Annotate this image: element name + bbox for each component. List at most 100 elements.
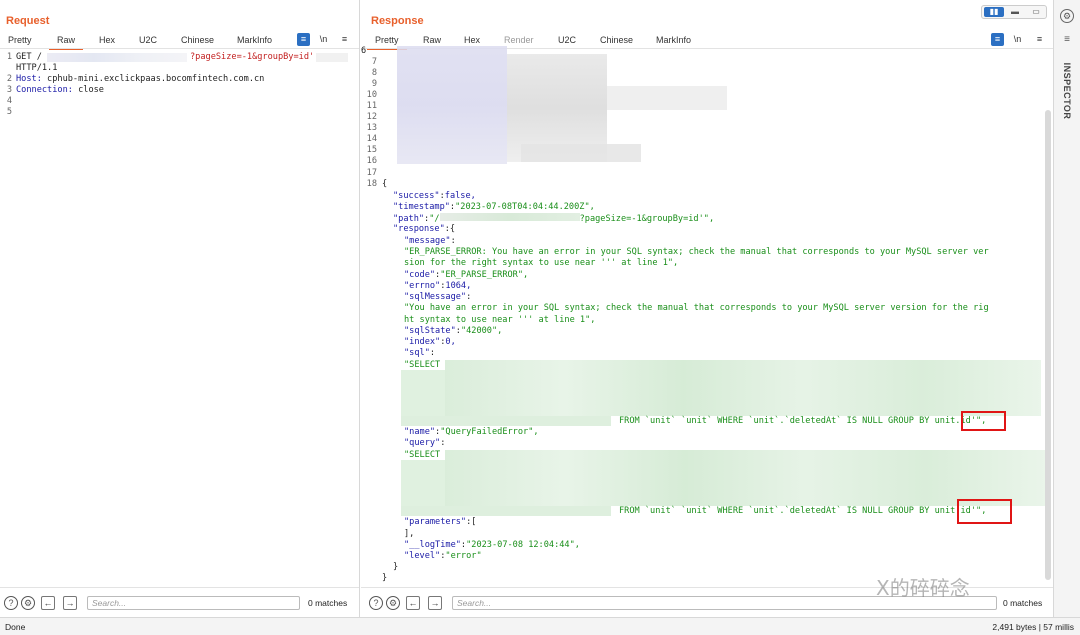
json-line: "level":"error": [404, 551, 482, 561]
next-match-icon[interactable]: →: [63, 596, 77, 610]
redacted-block: [445, 450, 1045, 506]
response-line-number: 10: [366, 90, 377, 100]
response-line-number: 14: [366, 134, 377, 144]
json-line: ht syntax to use near ''' at line 1",: [404, 315, 596, 325]
menu-icon[interactable]: ≡: [1033, 33, 1046, 46]
redacted-block: [439, 213, 580, 221]
tab-hex[interactable]: Hex: [99, 34, 115, 48]
json-line: "ER_PARSE_ERROR: You have an error in yo…: [404, 247, 989, 257]
request-line: 5: [6, 107, 12, 117]
watermark: X的碎碎念: [876, 576, 970, 600]
tab-markinfo[interactable]: MarkInfo: [656, 34, 691, 48]
newline-toggle-icon[interactable]: \n: [317, 33, 330, 46]
json-line: sion for the right syntax to use near ''…: [404, 258, 679, 268]
json-line: ],: [404, 529, 415, 539]
tab-chinese[interactable]: Chinese: [600, 34, 633, 48]
json-line: "parameters":[: [404, 517, 477, 527]
settings-icon[interactable]: ⚙: [21, 596, 35, 610]
request-line: 4: [6, 96, 12, 106]
tab-raw[interactable]: Raw: [48, 34, 84, 50]
response-pane: ▮▮ ▬ ▭ Response Pretty Raw Hex Render U2…: [361, 0, 1053, 617]
tab-u2c[interactable]: U2C: [558, 34, 576, 48]
response-line-number: 11: [366, 101, 377, 111]
status-text: Done: [5, 622, 26, 632]
tab-pretty[interactable]: Pretty: [367, 34, 406, 50]
settings-icon[interactable]: ⚙: [1060, 9, 1074, 23]
tab-markinfo[interactable]: MarkInfo: [237, 34, 272, 48]
request-title: Request: [6, 15, 50, 27]
response-match-count: 0 matches: [1003, 598, 1043, 608]
redacted-block: [401, 506, 611, 516]
tab-chinese[interactable]: Chinese: [181, 34, 214, 48]
layout-switcher: ▮▮ ▬ ▭: [981, 5, 1047, 19]
settings-icon[interactable]: ⚙: [386, 596, 400, 610]
previous-match-icon[interactable]: ←: [406, 596, 420, 610]
help-icon[interactable]: ?: [4, 596, 18, 610]
json-open-brace: {: [382, 179, 388, 189]
side-by-side-layout-icon[interactable]: ▮▮: [984, 7, 1004, 17]
response-line-number: 9: [371, 79, 377, 89]
next-match-icon[interactable]: →: [428, 596, 442, 610]
json-line: "name":"QueryFailedError",: [404, 427, 539, 437]
response-title: Response: [371, 15, 424, 27]
stacked-layout-icon[interactable]: ▬: [1005, 7, 1025, 17]
redacted-block: [401, 460, 445, 506]
menu-icon[interactable]: ≡: [1061, 34, 1073, 45]
newline-toggle-icon[interactable]: \n: [1011, 33, 1024, 46]
response-line-number: 16: [366, 156, 377, 166]
scrollbar[interactable]: [1045, 110, 1051, 580]
response-size-time: 2,491 bytes | 57 millis: [992, 622, 1074, 632]
json-line: "response":{: [393, 224, 456, 234]
highlight-box: [961, 411, 1006, 431]
response-line-number: 15: [366, 145, 377, 155]
redacted-block: [521, 144, 641, 162]
wrap-lines-icon[interactable]: ≡: [991, 33, 1004, 46]
json-line: FROM `unit` `unit` WHERE `unit`.`deleted…: [619, 506, 987, 516]
request-search-input[interactable]: Search...: [87, 596, 300, 610]
json-line: "__logTime":"2023-07-08 12:04:44",: [404, 540, 580, 550]
json-line: "timestamp":"2023-07-08T04:04:44.200Z",: [393, 202, 595, 212]
tab-render[interactable]: Render: [504, 34, 534, 48]
request-line: HTTP/1.1: [16, 63, 58, 73]
redacted-block: [607, 86, 727, 110]
json-line: "query":: [404, 438, 446, 448]
response-line-number: 17: [366, 168, 377, 178]
status-bar: Done 2,491 bytes | 57 millis: [0, 617, 1080, 635]
wrap-lines-icon[interactable]: ≡: [297, 33, 310, 46]
tab-pretty[interactable]: Pretty: [8, 34, 32, 48]
request-line: 1 GET / ?pageSize=-1&groupBy=id': [0, 52, 348, 63]
json-line: "code":"ER_PARSE_ERROR",: [404, 270, 529, 280]
previous-match-icon[interactable]: ←: [41, 596, 55, 610]
tabs-divider: [0, 48, 359, 49]
redacted-block: [397, 46, 507, 164]
response-line-number: 18: [366, 179, 377, 189]
redacted-block: [401, 416, 611, 426]
menu-icon[interactable]: ≡: [338, 33, 351, 46]
json-line: FROM `unit` `unit` WHERE `unit`.`deleted…: [619, 416, 987, 426]
redacted-block: [445, 360, 1041, 416]
single-layout-icon[interactable]: ▭: [1026, 7, 1046, 17]
json-line: }: [382, 573, 388, 583]
json-line: "sql":: [404, 348, 436, 358]
request-line: 3 Connection: close: [6, 85, 104, 95]
json-line: "success":false,: [393, 191, 476, 201]
inspector-panel: ⚙ ≡ INSPECTOR: [1053, 0, 1080, 617]
inspector-label[interactable]: INSPECTOR: [1062, 60, 1072, 122]
help-icon[interactable]: ?: [369, 596, 383, 610]
json-line: "index":0,: [404, 337, 456, 347]
response-line-number: 6: [361, 46, 367, 56]
redacted-block: [47, 53, 187, 62]
request-search-bar: ? ⚙ ← → Search... 0 matches: [0, 587, 359, 617]
request-line: 2 Host: cphub-mini.exclickpaas.bocomfinte…: [6, 74, 265, 84]
tab-u2c[interactable]: U2C: [139, 34, 157, 48]
json-line: "message":: [404, 236, 456, 246]
response-line-number: 8: [371, 68, 377, 78]
json-line: "sqlMessage":: [404, 292, 472, 302]
request-match-count: 0 matches: [308, 598, 348, 608]
response-line-number: 13: [366, 123, 377, 133]
redacted-block: [401, 370, 445, 416]
json-line: "You have an error in your SQL syntax; c…: [404, 303, 989, 313]
redacted-block: [316, 53, 348, 62]
json-line: "path":"/?pageSize=-1&groupBy=id'",: [393, 213, 715, 224]
response-line-number: 12: [366, 112, 377, 122]
